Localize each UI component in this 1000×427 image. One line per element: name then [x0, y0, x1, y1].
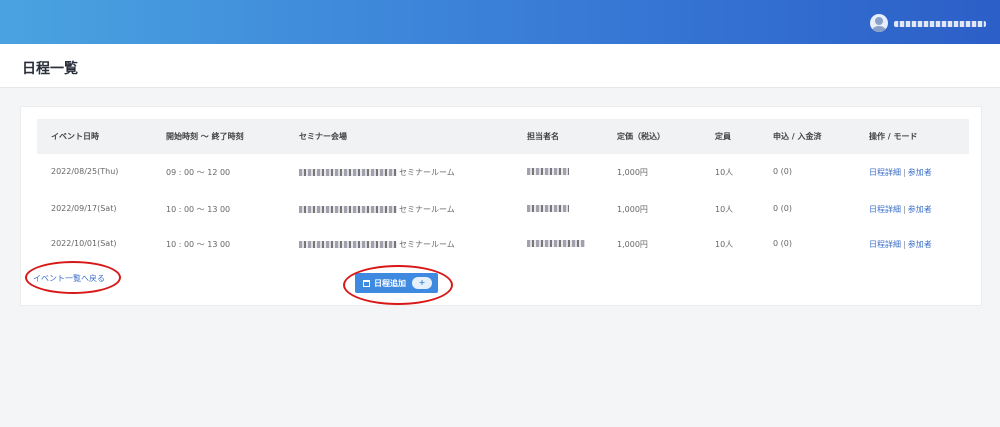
back-to-event-list-link[interactable]: イベント一覧へ戻る [33, 273, 105, 284]
venue-cell: セミナールーム [299, 239, 455, 250]
staff-cell [527, 204, 571, 213]
add-schedule-label: 日程追加 [374, 278, 406, 288]
link-separator: | [903, 205, 906, 214]
column-header-venue: セミナー会場 [299, 132, 347, 141]
staff-cell [527, 239, 587, 248]
applications-count: 0 (0) [773, 167, 792, 176]
applications-count: 0 (0) [773, 204, 792, 213]
add-schedule-button[interactable]: 日程追加 + [355, 273, 438, 293]
staff-cell [527, 167, 571, 176]
applications-count: 0 (0) [773, 239, 792, 248]
user-name-redacted [894, 21, 986, 27]
event-time: 10 : 00 〜 13 00 [166, 205, 231, 214]
schedule-detail-link[interactable]: 日程詳細 [869, 205, 901, 214]
calendar-icon [363, 279, 370, 287]
capacity: 10人 [715, 168, 734, 177]
table-header: イベント日時 開始時刻 〜 終了時刻 セミナー会場 担当者名 定価（税込） 定員… [37, 119, 969, 154]
event-time: 10 : 00 〜 13 00 [166, 240, 231, 249]
event-date: 2022/09/17(Sat) [51, 204, 117, 213]
action-links: 日程詳細 | 参加者 [869, 167, 932, 178]
action-links: 日程詳細 | 参加者 [869, 239, 932, 250]
venue-suffix: セミナールーム [399, 205, 455, 214]
capacity: 10人 [715, 240, 734, 249]
price: 1,000円 [617, 168, 648, 177]
column-header-capacity: 定員 [715, 132, 731, 141]
venue-name-redacted [299, 169, 397, 176]
plus-icon: + [412, 277, 432, 289]
column-header-actions: 操作 / モード [869, 132, 918, 141]
event-time: 09 : 00 〜 12 00 [166, 168, 231, 177]
schedule-detail-link[interactable]: 日程詳細 [869, 168, 901, 177]
table-row: 2022/10/01(Sat) 10 : 00 〜 13 00 セミナールーム … [37, 226, 969, 261]
participants-link[interactable]: 参加者 [908, 205, 932, 214]
staff-name-redacted [527, 240, 585, 247]
table-row: 2022/08/25(Thu) 09 : 00 〜 12 00 セミナールーム … [37, 154, 969, 189]
venue-cell: セミナールーム [299, 167, 455, 178]
staff-name-redacted [527, 205, 569, 212]
column-header-staff: 担当者名 [527, 132, 559, 141]
venue-name-redacted [299, 241, 397, 248]
column-header-event-date: イベント日時 [51, 132, 99, 141]
price: 1,000円 [617, 205, 648, 214]
price: 1,000円 [617, 240, 648, 249]
venue-cell: セミナールーム [299, 204, 455, 215]
venue-name-redacted [299, 206, 397, 213]
participants-link[interactable]: 参加者 [908, 240, 932, 249]
event-date: 2022/08/25(Thu) [51, 167, 119, 176]
participants-link[interactable]: 参加者 [908, 168, 932, 177]
event-date: 2022/10/01(Sat) [51, 239, 117, 248]
page-title: 日程一覧 [22, 61, 78, 77]
top-header-bar [0, 0, 1000, 44]
schedule-card: イベント日時 開始時刻 〜 終了時刻 セミナー会場 担当者名 定価（税込） 定員… [20, 106, 982, 306]
capacity: 10人 [715, 205, 734, 214]
venue-suffix: セミナールーム [399, 168, 455, 177]
link-separator: | [903, 168, 906, 177]
title-bar: 日程一覧 [0, 44, 1000, 88]
column-header-price: 定価（税込） [617, 132, 665, 141]
venue-suffix: セミナールーム [399, 240, 455, 249]
column-header-time: 開始時刻 〜 終了時刻 [166, 132, 244, 141]
link-separator: | [903, 240, 906, 249]
user-menu[interactable] [870, 12, 986, 34]
table-row: 2022/09/17(Sat) 10 : 00 〜 13 00 セミナールーム … [37, 191, 969, 226]
action-links: 日程詳細 | 参加者 [869, 204, 932, 215]
schedule-detail-link[interactable]: 日程詳細 [869, 240, 901, 249]
staff-name-redacted [527, 168, 569, 175]
user-avatar-icon [870, 14, 888, 32]
column-header-applications: 申込 / 入金済 [773, 132, 822, 141]
